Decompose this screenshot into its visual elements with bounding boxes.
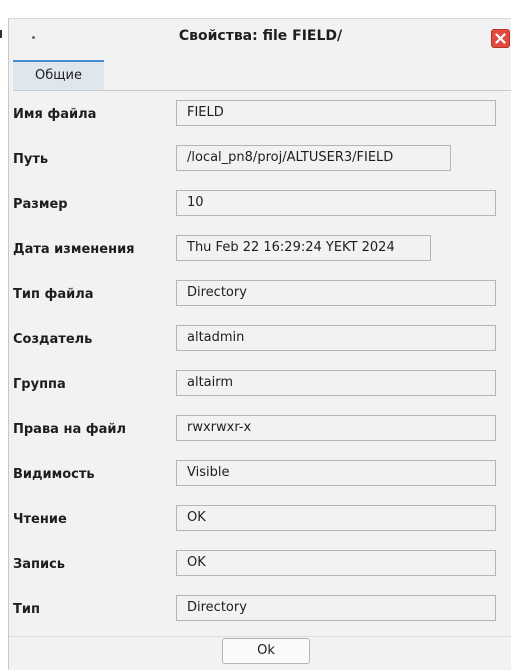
property-value-field[interactable]: Directory (176, 595, 496, 621)
property-row-owner: Создатель altadmin (9, 325, 511, 357)
property-row-modified-date: Дата изменения Thu Feb 22 16:29:24 YEKT … (9, 235, 511, 267)
property-value-field[interactable]: Visible (176, 460, 496, 486)
property-value-field[interactable]: 10 (176, 190, 496, 216)
property-value-field[interactable]: altadmin (176, 325, 496, 351)
dialog-footer: Ok (9, 636, 511, 671)
property-row-group: Группа altairm (9, 370, 511, 402)
property-value-field[interactable]: FIELD (176, 100, 496, 126)
property-value-field[interactable]: rwxrwxr-x (176, 415, 496, 441)
property-row-file-type: Тип файла Directory (9, 280, 511, 312)
property-row-size: Размер 10 (9, 190, 511, 222)
property-value-field[interactable]: OK (176, 550, 496, 576)
property-label: Тип (13, 602, 40, 617)
property-row-path: Путь /local_pn8/proj/ALTUSER3/FIELD (9, 145, 511, 177)
properties-dialog: Свойства: file FIELD/ Общие Имя файла FI… (8, 18, 511, 670)
tab-bar: Общие (9, 59, 511, 91)
property-label: Имя файла (13, 107, 97, 122)
property-row-write: Запись OK (9, 550, 511, 582)
tab-general[interactable]: Общие (13, 60, 104, 90)
property-label: Размер (13, 197, 68, 212)
tab-divider (13, 90, 511, 91)
property-row-permissions: Права на файл rwxrwxr-x (9, 415, 511, 447)
window-title: Свойства: file FIELD/ (178, 28, 343, 44)
close-icon (495, 33, 506, 44)
property-label: Запись (13, 557, 66, 572)
properties-panel: Имя файла FIELD Путь /local_pn8/proj/ALT… (9, 92, 511, 630)
property-label: Права на файл (13, 422, 127, 437)
property-label: Видимость (13, 467, 95, 482)
property-label: Тип файла (13, 287, 94, 302)
property-row-type: Тип Directory (9, 595, 511, 627)
property-label: Дата изменения (13, 242, 135, 257)
title-bar[interactable]: Свойства: file FIELD/ (9, 19, 511, 57)
footer-divider (9, 636, 511, 637)
property-row-read: Чтение OK (9, 505, 511, 537)
background-window-edge (0, 30, 2, 38)
property-value-field[interactable]: Directory (176, 280, 496, 306)
property-row-visibility: Видимость Visible (9, 460, 511, 492)
property-label: Чтение (13, 512, 67, 527)
property-label: Группа (13, 377, 66, 392)
property-label: Путь (13, 152, 49, 167)
close-button[interactable] (491, 29, 510, 48)
property-value-field[interactable]: OK (176, 505, 496, 531)
property-value-field[interactable]: /local_pn8/proj/ALTUSER3/FIELD (176, 145, 451, 171)
ok-button[interactable]: Ok (222, 638, 310, 664)
property-value-field[interactable]: altairm (176, 370, 496, 396)
property-label: Создатель (13, 332, 93, 347)
property-value-field[interactable]: Thu Feb 22 16:29:24 YEKT 2024 (176, 235, 431, 261)
property-row-file-name: Имя файла FIELD (9, 100, 511, 132)
